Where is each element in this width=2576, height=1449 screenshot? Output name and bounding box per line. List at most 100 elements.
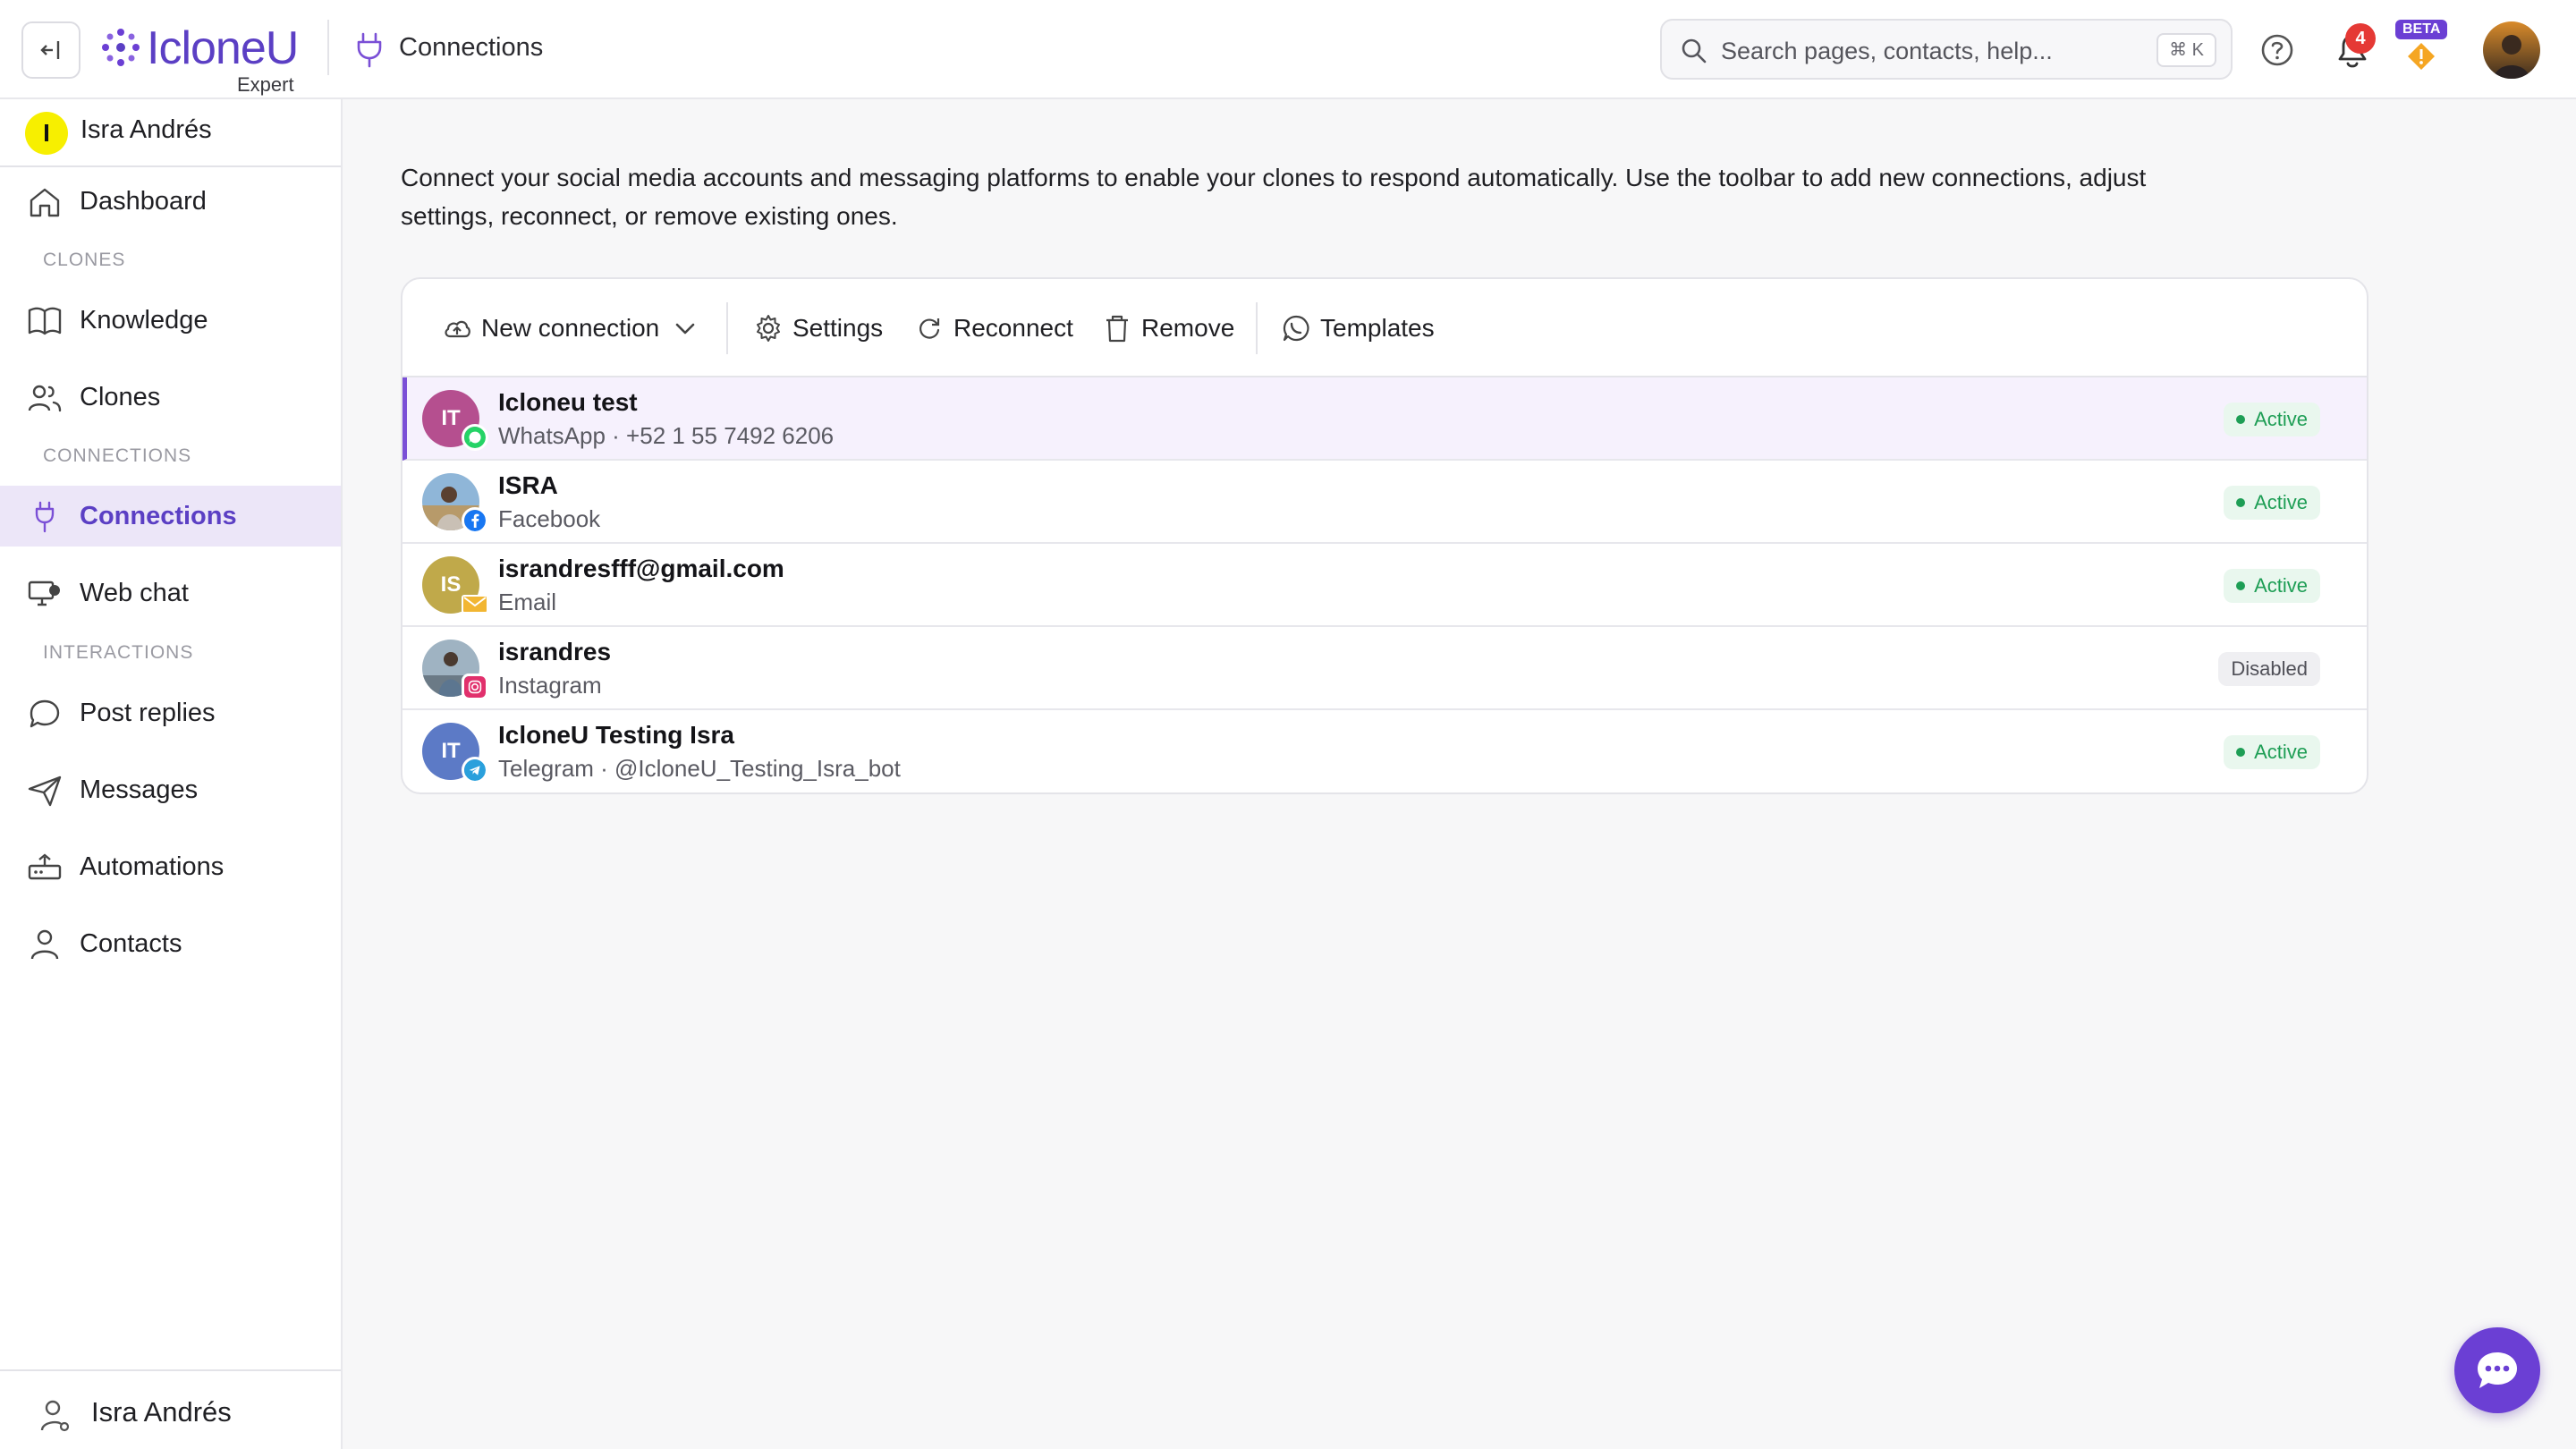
status-badge: Disabled: [2218, 652, 2320, 686]
section-heading-interactions: INTERACTIONS: [43, 642, 194, 663]
status-label: Active: [2254, 741, 2308, 763]
new-connection-button[interactable]: New connection: [442, 306, 699, 351]
connection-row[interactable]: israndres Instagram Disabled: [402, 627, 2367, 710]
user-settings-icon: [40, 1400, 70, 1432]
telegram-icon: [462, 757, 488, 784]
connection-name: Icloneu test: [498, 388, 638, 416]
reconnect-label: Reconnect: [953, 314, 1073, 342]
header-divider: [327, 20, 329, 75]
whatsapp-outline-icon: [1283, 315, 1309, 342]
cloud-upload-icon: [445, 320, 470, 338]
toolbar-divider: [726, 302, 728, 354]
status-dot: [2236, 581, 2246, 590]
email-icon: [462, 595, 488, 614]
search-placeholder: Search pages, contacts, help...: [1721, 38, 2053, 64]
toolbar-divider: [1256, 302, 1258, 354]
help-icon[interactable]: [2259, 32, 2295, 68]
status-label: Active: [2254, 574, 2308, 597]
account-menu[interactable]: Isra Andrés: [0, 1369, 341, 1449]
section-heading-clones: CLONES: [43, 250, 126, 270]
monitor-chat-icon: [28, 580, 60, 606]
connection-row[interactable]: ISRA Facebook Active: [402, 461, 2367, 544]
brand-subtitle: Expert: [237, 73, 294, 96]
router-icon: [28, 853, 62, 880]
page-description: Connect your social media accounts and m…: [401, 164, 2147, 230]
status-label: Active: [2254, 491, 2308, 513]
person-icon: [30, 929, 59, 960]
connection-name: IcloneU Testing Isra: [498, 721, 734, 749]
avatar-photo-icon: [2483, 21, 2540, 79]
sidebar-item-label: Connections: [80, 502, 237, 530]
connection-detail: Instagram: [498, 672, 602, 699]
status-badge: Active: [2224, 486, 2320, 520]
user-avatar[interactable]: [2483, 21, 2540, 79]
status-label: Disabled: [2231, 657, 2308, 680]
sidebar-item-automations[interactable]: Automations: [0, 836, 341, 897]
page-title: Connections: [399, 33, 544, 62]
speech-bubble-icon: [30, 699, 60, 728]
connections-toolbar: New connection Settings Reconnect Remove…: [402, 279, 2367, 377]
gear-icon: [757, 315, 780, 342]
whatsapp-icon: [462, 424, 488, 451]
trash-icon: [1106, 315, 1128, 343]
search-icon: [1682, 38, 1707, 64]
chevron-down-icon: [675, 323, 695, 335]
plug-icon: [357, 32, 382, 68]
connection-detail: Telegram · @IcloneU_Testing_Isra_bot: [498, 755, 901, 782]
sidebar-item-label: Automations: [80, 852, 225, 881]
reconnect-button[interactable]: Reconnect: [914, 306, 1073, 351]
connection-name: israndresfff@gmail.com: [498, 555, 784, 582]
templates-button[interactable]: Templates: [1281, 306, 1435, 351]
sidebar-item-web-chat[interactable]: Web chat: [0, 563, 341, 623]
sidebar-item-label: Clones: [80, 383, 161, 411]
collapse-left-icon: [40, 41, 60, 59]
search-shortcut: ⌘ K: [2157, 33, 2216, 67]
connection-name: israndres: [498, 638, 612, 665]
remove-button[interactable]: Remove: [1102, 306, 1234, 351]
sidebar-item-label: Messages: [80, 775, 199, 804]
brand-logo[interactable]: IcloneU Expert: [100, 21, 306, 96]
sidebar-item-label: Dashboard: [80, 187, 207, 216]
connection-detail: Email: [498, 589, 557, 615]
connection-detail: Facebook: [498, 505, 601, 532]
warning-icon: [2408, 43, 2435, 70]
sidebar-item-label: Post replies: [80, 699, 216, 727]
settings-label: Settings: [792, 314, 884, 342]
sidebar-item-dashboard[interactable]: Dashboard: [0, 171, 341, 232]
plug-icon: [35, 501, 55, 533]
status-dot: [2236, 415, 2246, 424]
connection-detail: WhatsApp · +52 1 55 7492 6206: [498, 422, 835, 449]
sidebar: I Isra Andrés Dashboard CLONES Knowledge…: [0, 99, 343, 1449]
search-input[interactable]: Search pages, contacts, help... ⌘ K: [1660, 19, 2233, 80]
sidebar-item-connections[interactable]: Connections: [0, 486, 341, 547]
sidebar-item-post-replies[interactable]: Post replies: [0, 682, 341, 743]
facebook-icon: [462, 507, 488, 534]
book-icon: [28, 307, 62, 335]
new-connection-label: New connection: [481, 314, 660, 342]
connection-row[interactable]: IS israndresfff@gmail.com Email Active: [402, 544, 2367, 627]
connection-row[interactable]: IT Icloneu test WhatsApp · +52 1 55 7492…: [402, 377, 2367, 461]
collapse-sidebar-button[interactable]: [21, 21, 80, 79]
status-badge: Active: [2224, 402, 2320, 436]
beta-badge: BETA: [2395, 20, 2448, 39]
workspace-user[interactable]: I Isra Andrés: [0, 99, 341, 167]
settings-button[interactable]: Settings: [753, 306, 883, 351]
beta-indicator[interactable]: BETA: [2395, 20, 2449, 73]
connection-row[interactable]: IT IcloneU Testing Isra Telegram · @Iclo…: [402, 710, 2367, 792]
status-dot: [2236, 498, 2246, 507]
top-header: IcloneU Expert Connections Search pages,…: [0, 0, 2576, 99]
sidebar-item-label: Contacts: [80, 929, 182, 958]
support-chat-button[interactable]: [2454, 1327, 2540, 1413]
brand-mark-icon: [102, 29, 140, 66]
status-badge: Active: [2224, 569, 2320, 603]
status-dot: [2236, 748, 2246, 757]
sidebar-item-clones[interactable]: Clones: [0, 367, 341, 428]
sidebar-item-messages[interactable]: Messages: [0, 759, 341, 820]
connection-name: ISRA: [498, 471, 558, 499]
status-badge: Active: [2224, 735, 2320, 769]
status-label: Active: [2254, 408, 2308, 430]
sidebar-item-contacts[interactable]: Contacts: [0, 913, 341, 974]
sidebar-item-knowledge[interactable]: Knowledge: [0, 290, 341, 351]
sidebar-item-label: Web chat: [80, 579, 189, 607]
paper-plane-icon: [28, 775, 62, 807]
